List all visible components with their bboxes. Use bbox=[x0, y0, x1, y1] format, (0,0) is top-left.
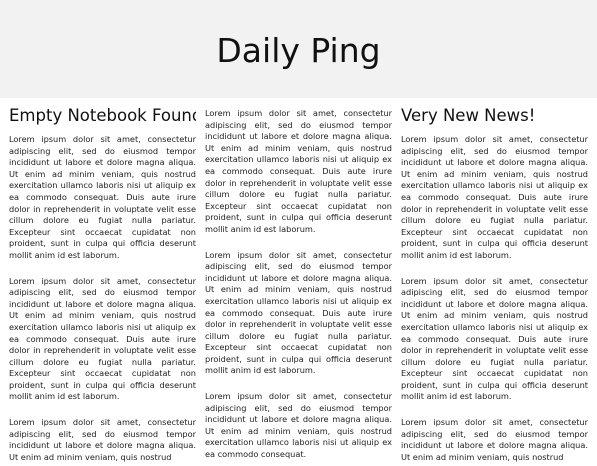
article-column-1: Empty Notebook Found Lorem ipsum dolor s… bbox=[9, 98, 196, 466]
article-column-2: Lorem ipsum dolor sit amet, consectetur … bbox=[205, 98, 392, 466]
article-title: Empty Notebook Found bbox=[9, 106, 196, 125]
article-paragraph: Lorem ipsum dolor sit amet, consectetur … bbox=[205, 391, 392, 460]
site-header: Daily Ping bbox=[0, 0, 597, 98]
article-paragraph: Lorem ipsum dolor sit amet, consectetur … bbox=[9, 134, 196, 260]
article-column-3: Very New News! Lorem ipsum dolor sit ame… bbox=[401, 98, 588, 466]
site-title: Daily Ping bbox=[216, 31, 381, 70]
article-paragraph: Lorem ipsum dolor sit amet, consectetur … bbox=[9, 417, 196, 462]
article-paragraph: Lorem ipsum dolor sit amet, consectetur … bbox=[401, 275, 588, 402]
article-paragraph: Lorem ipsum dolor sit amet, consectetur … bbox=[401, 134, 588, 260]
article-paragraph: Lorem ipsum dolor sit amet, consectetur … bbox=[401, 417, 588, 462]
article-title: Very New News! bbox=[401, 106, 536, 125]
article-paragraph: Lorem ipsum dolor sit amet, consectetur … bbox=[205, 249, 392, 376]
article-paragraph: Lorem ipsum dolor sit amet, consectetur … bbox=[205, 108, 392, 234]
article-paragraph: Lorem ipsum dolor sit amet, consectetur … bbox=[9, 275, 196, 402]
